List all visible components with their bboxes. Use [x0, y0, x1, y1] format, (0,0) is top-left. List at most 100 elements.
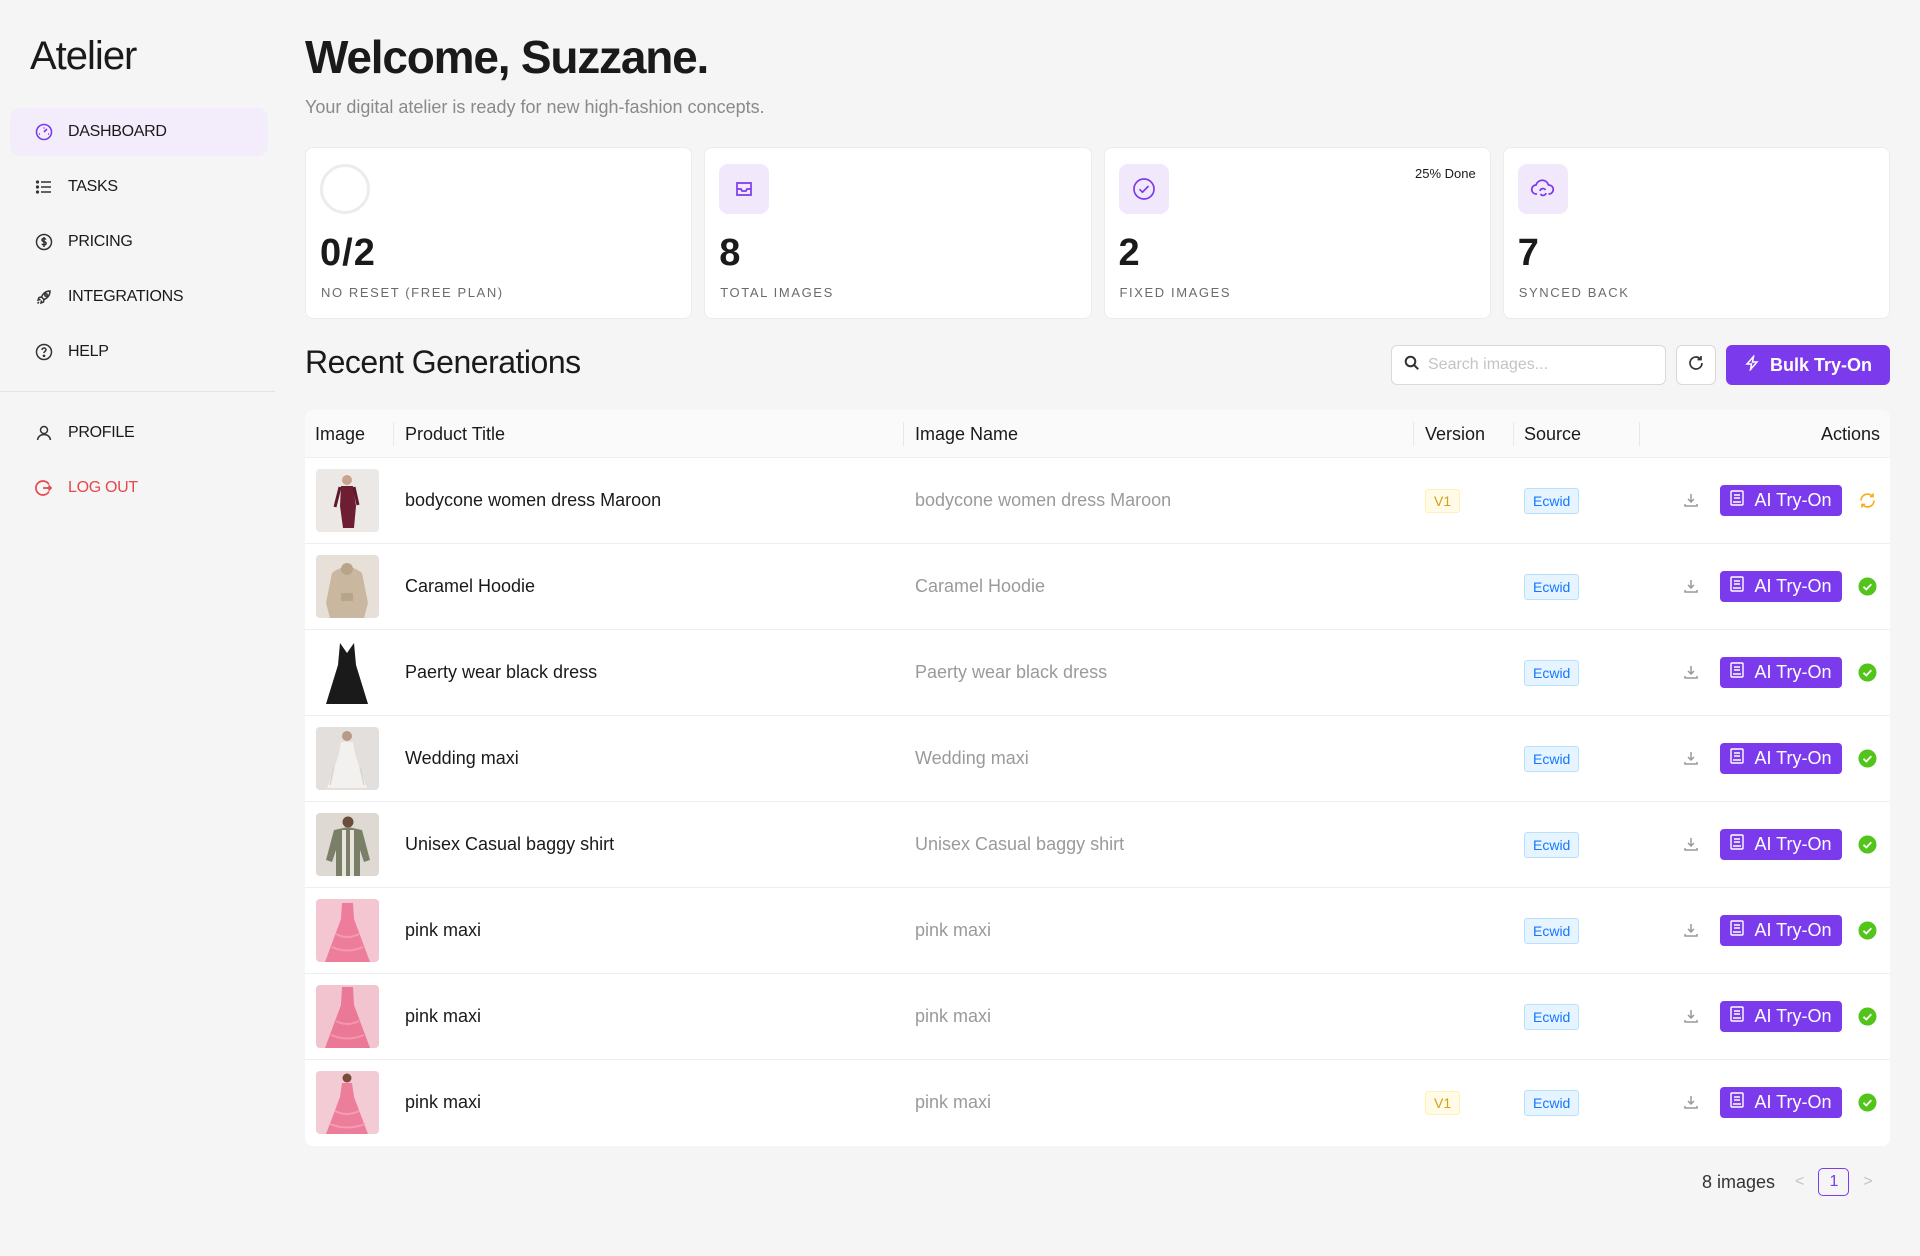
table-header: Image Product Title Image Name Version S… — [305, 410, 1890, 458]
sidebar-item-pricing[interactable]: PRICING — [10, 218, 268, 266]
search-input[interactable] — [1428, 356, 1658, 374]
download-icon[interactable] — [1681, 920, 1701, 940]
product-title: pink maxi — [405, 1006, 482, 1026]
ai-try-on-button[interactable]: AI Try-On — [1720, 485, 1842, 516]
product-title: Caramel Hoodie — [405, 576, 536, 596]
sidebar-item-logout[interactable]: LOG OUT — [10, 464, 268, 512]
product-thumbnail[interactable] — [316, 641, 379, 704]
ai-try-on-button[interactable]: AI Try-On — [1720, 571, 1842, 602]
ai-try-on-button[interactable]: AI Try-On — [1720, 657, 1842, 688]
stat-label: SYNCED BACK — [1518, 285, 1630, 300]
product-thumbnail[interactable] — [316, 899, 379, 962]
refresh-icon — [1687, 354, 1705, 377]
sidebar-item-profile[interactable]: PROFILE — [10, 409, 268, 457]
sidebar-item-label: LOG OUT — [68, 479, 138, 496]
inbox-icon — [719, 164, 770, 214]
image-name: bodycone women dress Maroon — [915, 490, 1172, 510]
check-circle-success-icon — [1858, 921, 1877, 940]
pagination-page-button[interactable]: 1 — [1818, 1168, 1850, 1196]
image-name: Paerty wear black dress — [915, 662, 1108, 682]
image-frame-icon — [1730, 834, 1745, 855]
generations-table: Image Product Title Image Name Version S… — [305, 410, 1890, 1146]
check-circle-success-icon — [1858, 663, 1877, 682]
ai-try-on-button[interactable]: AI Try-On — [1720, 743, 1842, 774]
column-header-name: Image Name — [915, 424, 1019, 444]
download-icon[interactable] — [1681, 1006, 1701, 1026]
download-icon[interactable] — [1681, 834, 1701, 854]
image-frame-icon — [1730, 490, 1745, 511]
product-thumbnail[interactable] — [316, 555, 379, 618]
download-icon[interactable] — [1681, 490, 1701, 510]
download-icon[interactable] — [1681, 576, 1701, 596]
search-icon — [1404, 355, 1420, 376]
stat-value: 0/2 — [320, 232, 376, 274]
product-thumbnail[interactable] — [316, 1071, 379, 1134]
stat-value: 2 — [1118, 232, 1141, 274]
bulk-try-on-button[interactable]: Bulk Try-On — [1726, 345, 1890, 385]
product-thumbnail[interactable] — [316, 813, 379, 876]
product-thumbnail[interactable] — [316, 985, 379, 1048]
column-header-title: Product Title — [405, 424, 506, 444]
product-title: pink maxi — [405, 920, 482, 940]
user-icon — [34, 423, 54, 443]
refresh-button[interactable] — [1676, 345, 1716, 385]
download-icon[interactable] — [1681, 1092, 1701, 1112]
source-tag: Ecwid — [1524, 488, 1580, 514]
ai-try-on-label: AI Try-On — [1754, 748, 1832, 768]
version-badge: V1 — [1425, 489, 1461, 513]
sidebar-item-label: PROFILE — [68, 424, 135, 441]
stat-card-fixed-images: 25% Done 2 FIXED IMAGES — [1103, 147, 1491, 319]
product-thumbnail[interactable] — [316, 469, 379, 532]
ai-try-on-button[interactable]: AI Try-On — [1720, 1087, 1842, 1118]
account-nav: PROFILE LOG OUT — [10, 409, 268, 519]
sidebar-item-dashboard[interactable]: DASHBOARD — [10, 108, 268, 156]
stat-card-resets: 0/2 NO RESET (FREE PLAN) — [305, 147, 693, 319]
sidebar-item-label: HELP — [68, 343, 109, 360]
table-row: Paerty wear black dress Paerty wear blac… — [305, 630, 1890, 716]
image-frame-icon — [1730, 1092, 1745, 1113]
image-name: pink maxi — [915, 1006, 992, 1026]
sidebar-item-help[interactable]: HELP — [10, 328, 268, 376]
progress-badge: 25% Done — [1415, 166, 1476, 181]
dollar-circle-icon — [34, 232, 54, 252]
ai-try-on-button[interactable]: AI Try-On — [1720, 1001, 1842, 1032]
search-box — [1391, 345, 1666, 385]
ai-try-on-button[interactable]: AI Try-On — [1720, 915, 1842, 946]
app-logo[interactable]: Atelier — [30, 34, 137, 79]
image-frame-icon — [1730, 920, 1745, 941]
sidebar-item-integrations[interactable]: INTEGRATIONS — [10, 273, 268, 321]
sidebar-item-tasks[interactable]: TASKS — [10, 163, 268, 211]
column-divider — [1513, 422, 1514, 446]
lightning-icon — [1744, 353, 1760, 376]
ai-try-on-label: AI Try-On — [1754, 1092, 1832, 1112]
pagination: 8 images < 1 > — [1702, 1168, 1873, 1196]
check-circle-icon — [1118, 164, 1169, 214]
source-tag: Ecwid — [1524, 574, 1580, 600]
sidebar-item-label: DASHBOARD — [68, 123, 167, 140]
syncing-icon — [1858, 491, 1877, 510]
table-row: pink maxi pink maxi Ecwid AI Try-On — [305, 974, 1890, 1060]
list-icon — [34, 177, 54, 197]
source-tag: Ecwid — [1524, 918, 1580, 944]
pagination-prev-button[interactable]: < — [1795, 1173, 1804, 1191]
column-divider — [393, 422, 394, 446]
image-frame-icon — [1730, 662, 1745, 683]
column-divider — [903, 422, 904, 446]
logout-icon — [34, 478, 54, 498]
page-title: Welcome, Suzzane. — [305, 31, 709, 83]
product-title: Paerty wear black dress — [405, 662, 598, 682]
column-divider — [1413, 422, 1414, 446]
ai-try-on-button[interactable]: AI Try-On — [1720, 829, 1842, 860]
download-icon[interactable] — [1681, 748, 1701, 768]
download-icon[interactable] — [1681, 662, 1701, 682]
check-circle-success-icon — [1858, 749, 1877, 768]
stat-label: TOTAL IMAGES — [720, 285, 834, 300]
image-name: pink maxi — [915, 920, 992, 940]
sidebar: Atelier DASHBOARD TASKS PRICING INTEGRAT… — [0, 0, 280, 1256]
ai-try-on-label: AI Try-On — [1754, 490, 1832, 510]
pagination-next-button[interactable]: > — [1863, 1173, 1872, 1191]
product-thumbnail[interactable] — [316, 727, 379, 790]
sidebar-item-label: INTEGRATIONS — [68, 288, 184, 305]
table-row: pink maxi pink maxi Ecwid AI Try-On — [305, 888, 1890, 974]
section-title: Recent Generations — [305, 344, 581, 380]
